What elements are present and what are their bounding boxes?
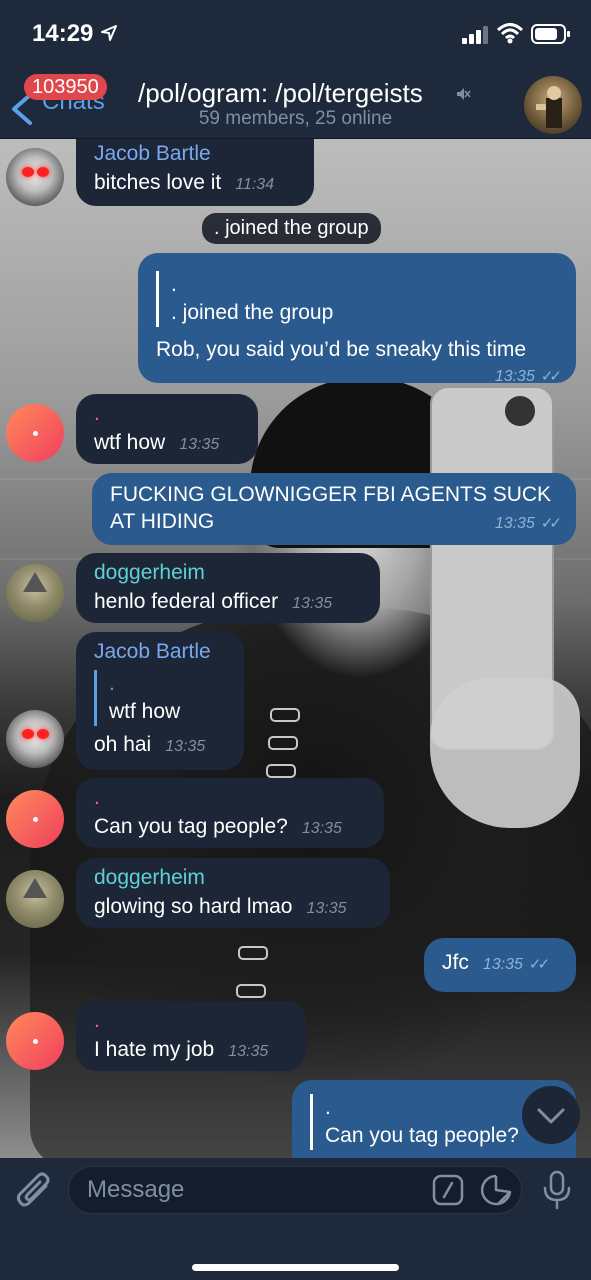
message-bubble[interactable]: Jacob Bartle . wtf how oh hai 13:35	[76, 632, 244, 770]
message-text: wtf how	[94, 431, 166, 454]
message-bubble[interactable]: doggerheim henlo federal officer 13:35	[76, 553, 380, 623]
message-sender: Jacob Bartle	[94, 142, 211, 165]
message-text-line-1: FUCKING GLOWNIGGER FBI AGENTS SUCK	[110, 483, 552, 506]
reply-quote[interactable]: . wtf how	[94, 670, 226, 726]
message-sender: Jacob Bartle	[94, 640, 211, 663]
status-time: 14:29	[32, 20, 94, 47]
message-bubble[interactable]: . wtf how 13:35	[76, 394, 258, 464]
message-text: glowing so hard lmao	[94, 895, 293, 918]
message-text: Rob, you said you’d be sneaky this time	[156, 338, 527, 361]
reply-quote[interactable]: . . joined the group	[156, 271, 558, 327]
message-bubble-outgoing[interactable]: FUCKING GLOWNIGGER FBI AGENTS SUCK AT HI…	[92, 473, 576, 545]
message-bubble[interactable]: . I hate my job 13:35	[76, 1001, 306, 1071]
chat-title[interactable]: /pol/ogram: /pol/tergeists	[138, 78, 423, 109]
muted-icon	[457, 88, 471, 100]
reply-sender: .	[109, 672, 115, 695]
service-message: . joined the group	[202, 213, 381, 244]
read-checkmarks-icon: ✓✓	[528, 956, 550, 973]
message-time: 13:35	[482, 956, 523, 973]
home-indicator	[192, 1264, 399, 1271]
reply-text: . joined the group	[171, 301, 334, 324]
message-text: oh hai	[94, 733, 152, 756]
message-time: 13:35	[494, 368, 535, 385]
message-time: 13:35	[228, 1043, 269, 1060]
message-sender: doggerheim	[94, 866, 205, 889]
location-arrow-icon	[101, 25, 117, 41]
message-time: 13:35	[179, 436, 220, 453]
chat-header: 14:29 Chats 103950 /pol/ogram: /pol/terg…	[0, 0, 591, 139]
message-text-line-2: AT HIDING	[110, 510, 215, 533]
avatar-jacob-bartle[interactable]	[6, 148, 64, 206]
unread-badge: 103950	[24, 74, 107, 100]
message-list: Jacob Bartle bitches love it 11:34 . join…	[0, 0, 591, 1170]
avatar-jacob-bartle[interactable]	[6, 710, 64, 768]
message-text: bitches love it	[94, 171, 222, 194]
group-avatar[interactable]	[524, 76, 582, 134]
scroll-to-bottom-button[interactable]	[522, 1086, 580, 1144]
message-composer: Message	[0, 1158, 591, 1280]
message-text: Jfc	[442, 951, 469, 974]
message-sender: doggerheim	[94, 561, 205, 584]
message-sender: .	[94, 786, 100, 809]
wifi-icon	[497, 23, 523, 44]
message-text: henlo federal officer	[94, 590, 279, 613]
message-bubble[interactable]: doggerheim glowing so hard lmao 13:35	[76, 858, 390, 928]
message-bubble[interactable]: Jacob Bartle bitches love it 11:34	[76, 138, 314, 206]
chat-subtitle: 59 members, 25 online	[198, 108, 393, 129]
read-checkmarks-icon: ✓✓	[540, 368, 562, 385]
signal-icon	[462, 26, 488, 44]
message-sender: .	[94, 1009, 100, 1032]
microphone-icon[interactable]	[541, 1170, 573, 1210]
avatar-doggerheim[interactable]	[6, 870, 64, 928]
reply-sender: .	[171, 273, 177, 296]
message-time: 13:35	[165, 738, 206, 755]
bot-command-icon[interactable]	[432, 1174, 464, 1206]
avatar-dot-user[interactable]	[6, 1012, 64, 1070]
chevron-down-icon	[537, 1108, 565, 1124]
message-time: 11:34	[235, 176, 275, 193]
message-bubble[interactable]: . Can you tag people? 13:35	[76, 778, 384, 848]
battery-icon	[531, 24, 570, 44]
message-text: I hate my job	[94, 1038, 215, 1061]
message-time: 13:35	[301, 820, 342, 837]
message-sender: .	[94, 402, 100, 425]
reply-quote[interactable]: . Can you tag people?	[310, 1094, 558, 1150]
message-text: Can you tag people?	[94, 815, 288, 838]
message-bubble-outgoing[interactable]: Jfc 13:35 ✓✓	[424, 938, 576, 992]
attach-paperclip-icon[interactable]	[16, 1172, 54, 1212]
message-bubble-outgoing[interactable]: . . joined the group Rob, you said you’d…	[138, 253, 576, 385]
message-time: 13:35	[494, 515, 535, 532]
message-time: 13:35	[306, 900, 347, 917]
message-time: 13:35	[292, 595, 333, 612]
avatar-dot-user[interactable]	[6, 790, 64, 848]
sticker-icon[interactable]	[480, 1174, 512, 1206]
read-checkmarks-icon: ✓✓	[540, 515, 562, 532]
reply-text: wtf how	[109, 700, 181, 723]
avatar-dot-user[interactable]	[6, 404, 64, 462]
avatar-doggerheim[interactable]	[6, 564, 64, 622]
